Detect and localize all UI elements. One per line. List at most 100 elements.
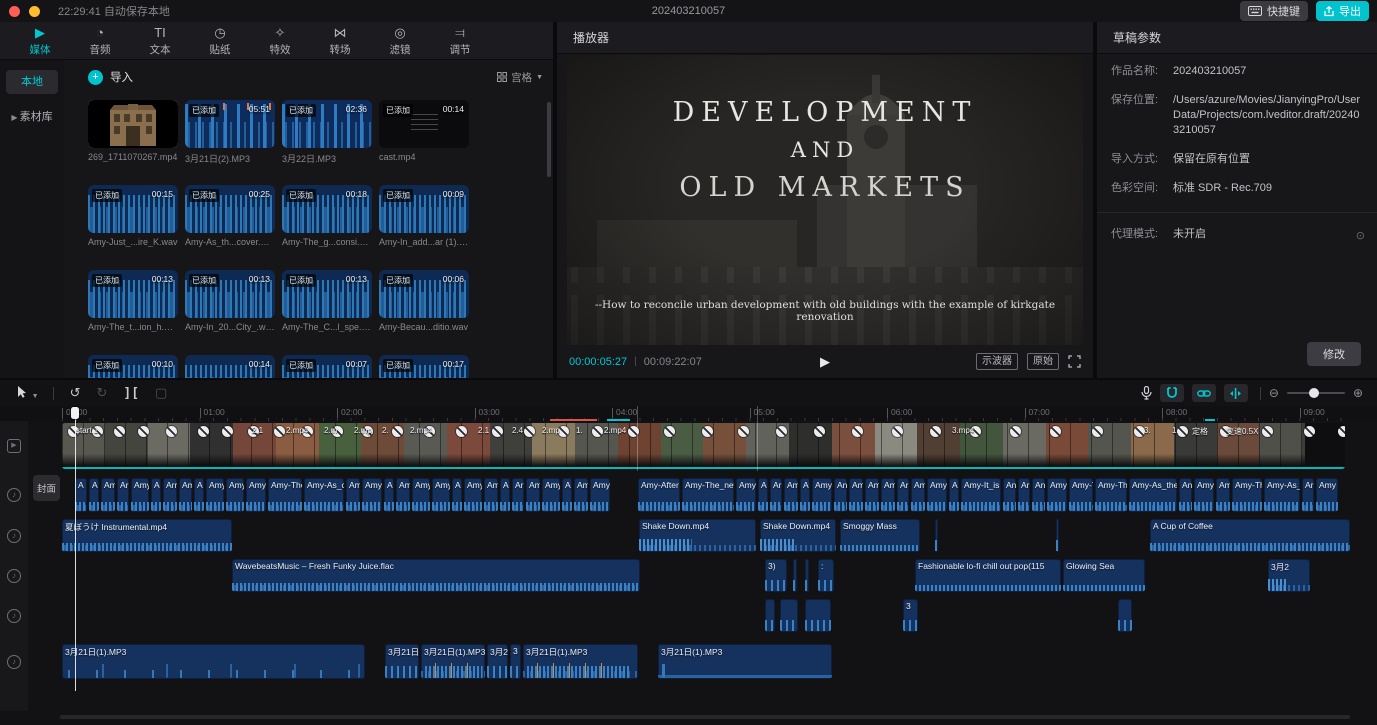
voiceover-clip[interactable]: Am [346, 478, 360, 512]
voiceover-clip[interactable]: Amy-As_the [1264, 478, 1300, 512]
media-card[interactable]: 已添加00:13Amy-In_20...City_.wav [185, 270, 275, 332]
zoom-out-button[interactable]: ⊖ [1269, 386, 1279, 400]
tab-转场[interactable]: ⋈转场 [310, 25, 370, 57]
voiceover-clip[interactable]: Amy [246, 478, 266, 512]
playhead-line[interactable] [75, 408, 76, 691]
voiceover-clip[interactable]: A [452, 478, 462, 512]
audio-clip[interactable] [1056, 519, 1059, 552]
audio-track-icon[interactable]: ♪ [7, 569, 21, 583]
audio-track-icon[interactable]: ♪ [7, 529, 21, 543]
media-card[interactable]: 已添加02:363月22日.MP3 [282, 100, 372, 165]
media-card[interactable]: 已添加00:06Amy-Becau...ditio.wav [379, 270, 469, 332]
voiceover-clip[interactable]: Am [849, 478, 863, 512]
sidebar-item-library[interactable]: ▶素材库 [0, 108, 64, 124]
voiceover-clip[interactable]: A [949, 478, 959, 512]
video-track-icon[interactable]: ▶ [7, 439, 21, 453]
media-card[interactable]: 已添加05:513月21日(2).MP3 [185, 100, 275, 165]
timeline-zoom-slider[interactable] [1287, 392, 1345, 394]
playhead-handle[interactable] [71, 407, 79, 419]
redo-button[interactable]: ↻ [96, 385, 107, 401]
voiceover-clip[interactable]: Amy- [412, 478, 430, 512]
audio-clip[interactable] [780, 599, 798, 632]
audio-clip[interactable]: Fashionable lo-fi chill out pop(115 [915, 559, 1061, 592]
voiceover-clip[interactable]: Am [881, 478, 895, 512]
voiceover-clip[interactable]: A [800, 478, 810, 512]
voiceover-clip[interactable]: Amy [542, 478, 560, 512]
voiceover-clip[interactable]: Amy [464, 478, 482, 512]
audio-clip[interactable]: 3月21日(1).MP3 [62, 644, 365, 679]
audio-track-icon[interactable]: ♪ [7, 488, 21, 502]
tab-音频[interactable]: ◔音频 [70, 25, 130, 57]
media-card[interactable]: 269_1711070267.mp4 [88, 100, 178, 162]
tab-滤镜[interactable]: ◎滤镜 [370, 25, 430, 57]
voiceover-clip[interactable]: Amy-It_is [961, 478, 1001, 512]
transition-marker-icon[interactable] [114, 426, 125, 437]
media-card[interactable]: 已添加00:15Amy-Just_...ire_K.wav [88, 185, 178, 247]
timeline-ruler[interactable]: 00:0001:0002:0003:0004:0005:0006:0007:00… [0, 406, 1377, 421]
media-card[interactable]: 已添加00:13Amy-The_C...l_spe.wav [282, 270, 372, 332]
voiceover-clip[interactable]: Amy-After [638, 478, 680, 512]
audio-track-icon[interactable]: ♪ [7, 609, 21, 623]
voiceover-clip[interactable]: An [1032, 478, 1045, 512]
voiceover-clip[interactable]: Amy- [590, 478, 610, 512]
media-card[interactable]: 已添加00:07 [282, 355, 372, 378]
voiceover-clip[interactable]: Amy [206, 478, 224, 512]
transition-marker-icon[interactable] [592, 426, 603, 437]
voiceover-clip[interactable]: Am [865, 478, 879, 512]
video-track-clip[interactable]: start.12.12.mp42.m2.mp2.2.mp42.12.42.mp1… [62, 423, 1345, 469]
record-voiceover-icon[interactable] [1141, 386, 1152, 400]
voiceover-clip[interactable]: A [562, 478, 572, 512]
audio-clip[interactable]: 3月2 [1268, 559, 1310, 592]
audio-clip[interactable]: Shake Down.mp4 [760, 519, 836, 552]
voiceover-clip[interactable]: Amy-The_ [268, 478, 302, 512]
transition-marker-icon[interactable] [274, 426, 285, 437]
voiceover-clip[interactable]: An [834, 478, 847, 512]
audio-clip[interactable] [765, 599, 775, 632]
voiceover-clip[interactable]: Arr [163, 478, 177, 512]
voiceover-clip[interactable]: Ar [512, 478, 524, 512]
audio-clip[interactable]: 3) [765, 559, 787, 592]
media-card[interactable]: 已添加00:14cast.mp4 [379, 100, 469, 162]
voiceover-clip[interactable]: A [500, 478, 510, 512]
transition-marker-icon[interactable] [392, 426, 403, 437]
voiceover-clip[interactable]: Amy-As_cons [304, 478, 344, 512]
voiceover-clip[interactable]: An [1003, 478, 1016, 512]
modify-button[interactable]: 修改 [1307, 342, 1361, 366]
tab-贴纸[interactable]: ◷贴纸 [190, 25, 250, 57]
audio-clip[interactable]: 3 [903, 599, 918, 632]
audio-clip[interactable]: Glowing Sea [1063, 559, 1145, 592]
audio-clip[interactable] [935, 519, 938, 552]
play-button[interactable]: ▶ [820, 354, 830, 370]
voiceover-clip[interactable]: Ar [770, 478, 782, 512]
tab-媒体[interactable]: ▶媒体 [10, 25, 70, 57]
voiceover-clip[interactable]: Amy- [1047, 478, 1067, 512]
voiceover-clip[interactable]: Amy- [432, 478, 450, 512]
audio-clip[interactable]: WavebeatsMusic – Fresh Funky Juice.flac [232, 559, 640, 592]
transition-marker-icon[interactable] [1092, 426, 1103, 437]
export-button[interactable]: 导出 [1316, 1, 1369, 21]
voiceover-clip[interactable]: Ar [1302, 478, 1314, 512]
voiceover-clip[interactable]: A [194, 478, 204, 512]
audio-clip[interactable]: 3月21日(1).MP3 [523, 644, 638, 679]
voiceover-clip[interactable]: A [151, 478, 161, 512]
sidebar-item-local[interactable]: 本地 [6, 70, 58, 94]
audio-clip[interactable]: 3月21日(1).MP3 [658, 644, 832, 679]
transition-marker-icon[interactable] [814, 426, 825, 437]
audio-clip[interactable]: 3月21日( [385, 644, 419, 679]
transition-marker-icon[interactable] [524, 426, 535, 437]
transition-marker-icon[interactable] [776, 426, 787, 437]
import-button[interactable]: + 导入 [88, 69, 133, 85]
transition-marker-icon[interactable] [1050, 426, 1061, 437]
transition-marker-icon[interactable] [1010, 426, 1021, 437]
media-card[interactable]: 已添加00:10 [88, 355, 178, 378]
minimize-window-button[interactable] [29, 6, 40, 17]
transition-marker-icon[interactable] [1338, 426, 1345, 437]
fullscreen-icon[interactable] [1068, 355, 1081, 368]
voiceover-clip[interactable]: A [758, 478, 768, 512]
audio-clip[interactable] [805, 599, 831, 632]
media-card[interactable]: 已添加00:25Amy-As_th...cover.wav [185, 185, 275, 247]
transition-marker-icon[interactable] [456, 426, 467, 437]
voiceover-clip[interactable]: Amy [1316, 478, 1338, 512]
zoom-slider-knob[interactable] [1309, 388, 1319, 398]
shortcut-button[interactable]: 快捷键 [1240, 1, 1308, 21]
